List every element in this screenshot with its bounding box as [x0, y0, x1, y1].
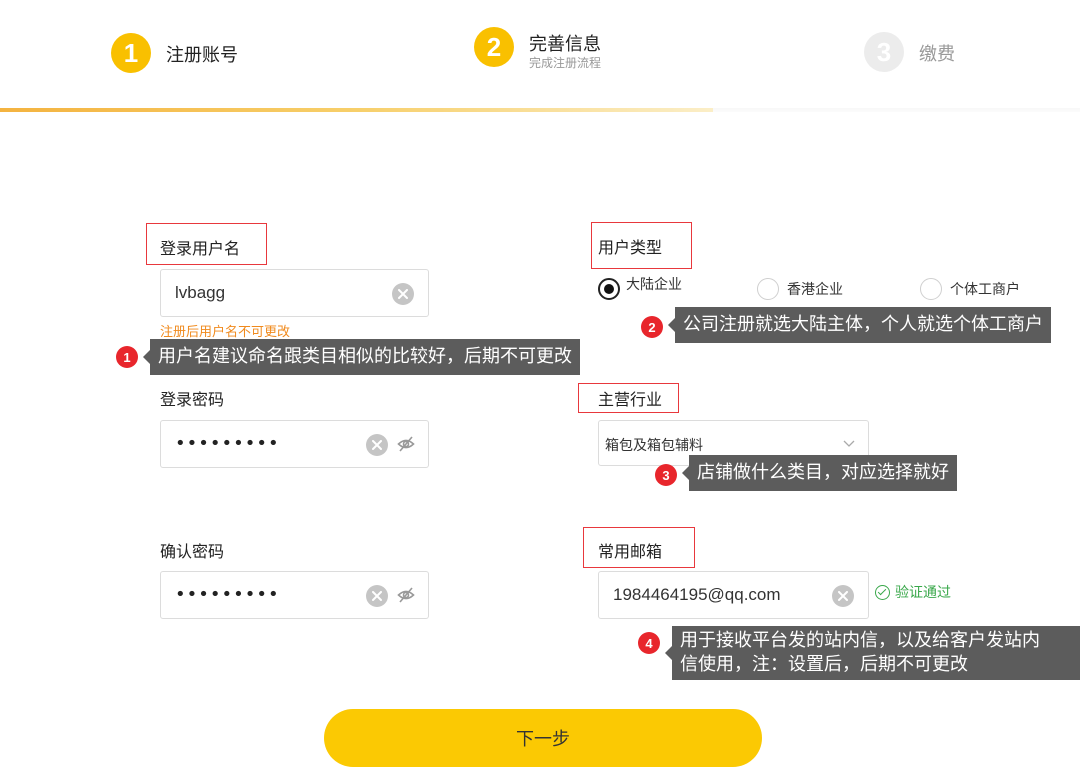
radio-individual-business-ring[interactable] — [920, 278, 942, 300]
step-3-number: 3 — [864, 32, 904, 72]
radio-individual-business[interactable]: 个体工商户 — [920, 278, 1020, 300]
email-label: 常用邮箱 — [598, 542, 663, 561]
radio-mainland-enterprise[interactable]: 大陆企业 — [598, 277, 682, 300]
annotation-2-callout: 公司注册就选大陆主体，个人就选个体工商户 — [668, 307, 1051, 343]
user-type-label: 用户类型 — [598, 238, 663, 257]
username-hint: 注册后用户名不可更改 — [160, 325, 291, 340]
industry-value: 箱包及箱包辅料 — [605, 438, 703, 454]
annotation-2-badge: 2 — [641, 316, 663, 338]
radio-hongkong-enterprise[interactable]: 香港企业 — [757, 278, 843, 300]
annotation-4-line-1: 用于接收平台发的站内信，以及给客户发站内 — [680, 630, 1040, 651]
email-input[interactable]: 1984464195@qq.com — [598, 571, 869, 619]
chevron-down-icon — [842, 435, 858, 451]
radio-individual-business-label: 个体工商户 — [950, 282, 1020, 298]
clear-icon[interactable] — [392, 283, 414, 305]
clear-icon[interactable] — [366, 434, 388, 456]
step-2-title: 完善信息 — [529, 34, 601, 55]
annotation-4-line-2: 信使用，注：设置后，后期不可更改 — [680, 654, 968, 675]
email-verified-status: 验证通过 — [875, 582, 951, 602]
username-value: lvbagg — [175, 283, 226, 302]
email-value: 1984464195@qq.com — [613, 585, 781, 604]
step-2-number: 2 — [474, 27, 514, 67]
industry-label: 主营行业 — [598, 390, 663, 409]
step-1-title: 注册账号 — [166, 45, 238, 66]
next-step-button[interactable]: 下一步 — [324, 709, 762, 767]
clear-icon[interactable] — [832, 585, 854, 607]
radio-hongkong-enterprise-ring[interactable] — [757, 278, 779, 300]
radio-mainland-enterprise-ring[interactable] — [598, 278, 620, 300]
annotation-3-badge: 3 — [655, 464, 677, 486]
email-verified-text: 验证通过 — [895, 585, 951, 601]
step-1-number: 1 — [111, 33, 151, 73]
confirm-password-label: 确认密码 — [160, 542, 225, 561]
annotation-4-callout: 用于接收平台发的站内信，以及给客户发站内 信使用，注：设置后，后期不可更改 — [665, 626, 1080, 680]
username-input[interactable]: lvbagg — [160, 269, 429, 317]
password-label: 登录密码 — [160, 390, 225, 409]
step-2-subtitle: 完成注册流程 — [529, 56, 602, 70]
username-label: 登录用户名 — [160, 239, 241, 258]
eye-off-icon[interactable] — [397, 435, 417, 455]
radio-mainland-enterprise-label: 大陆企业 — [626, 277, 682, 293]
step-3-title: 缴费 — [919, 44, 955, 65]
annotation-4-badge: 4 — [638, 632, 660, 654]
password-input[interactable]: ••••••••• — [160, 420, 429, 468]
check-circle-icon — [875, 584, 890, 600]
annotation-3-callout: 店铺做什么类目，对应选择就好 — [682, 455, 957, 491]
annotation-1-callout: 用户名建议命名跟类目相似的比较好，后期不可更改 — [143, 339, 580, 375]
progress-fill — [0, 108, 713, 112]
password-value: ••••••••• — [175, 433, 280, 454]
eye-off-icon[interactable] — [397, 586, 417, 606]
radio-hongkong-enterprise-label: 香港企业 — [787, 282, 843, 298]
annotation-1-badge: 1 — [116, 346, 138, 368]
clear-icon[interactable] — [366, 585, 388, 607]
confirm-password-value: ••••••••• — [175, 584, 280, 605]
confirm-password-input[interactable]: ••••••••• — [160, 571, 429, 619]
